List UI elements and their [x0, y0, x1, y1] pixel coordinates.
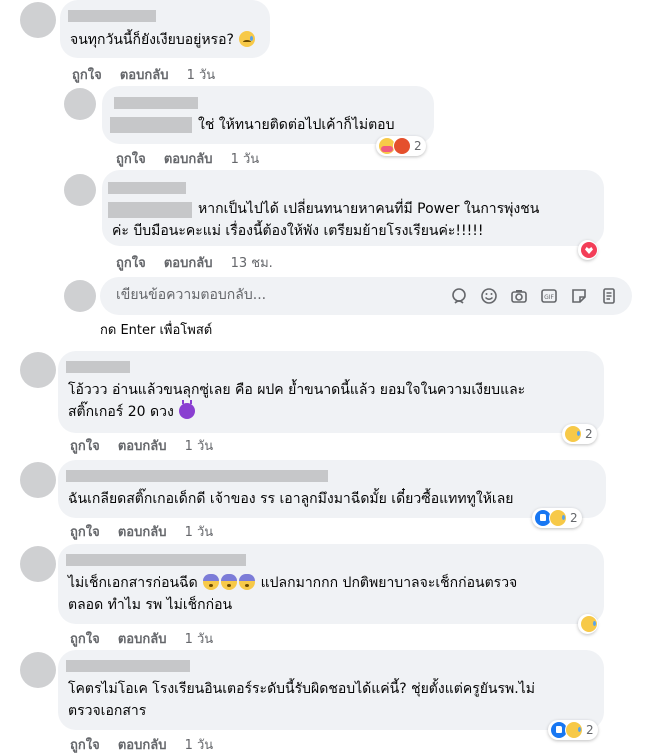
- reaction-summary[interactable]: 2: [376, 136, 426, 156]
- avatar-sticker-icon[interactable]: [450, 287, 468, 305]
- comment-time[interactable]: 13 ชม.: [231, 256, 273, 271]
- mention-redacted[interactable]: [110, 117, 192, 133]
- commenter-avatar[interactable]: [64, 174, 96, 206]
- more-icon[interactable]: [600, 287, 618, 305]
- reply-input[interactable]: [114, 286, 418, 304]
- comment-time[interactable]: 1 วัน: [185, 439, 214, 454]
- reaction-count: 2: [585, 427, 593, 441]
- comment-bubble: ไม่เช็กเอกสารก่อนฉีด แปลกมากกก ปกติพยาบา…: [58, 544, 604, 624]
- comment-time[interactable]: 1 วัน: [185, 632, 214, 647]
- comment-time[interactable]: 1 วัน: [231, 152, 260, 167]
- comment-bubble: จนทุกวันนี้ก็ยังเงียบอยู่หรอ?: [60, 0, 270, 58]
- comment-bubble: ฉันเกลียดสติ๊กเกอเด็กดี เจ้าของ รร เอาลู…: [58, 460, 606, 518]
- gif-icon[interactable]: GIF: [540, 287, 558, 305]
- reaction-count: 2: [586, 723, 594, 737]
- comment-time[interactable]: 1 วัน: [185, 525, 214, 540]
- comment-text-line: ไม่เช็กเอกสารก่อนฉีด แปลกมากกก ปกติพยาบา…: [68, 574, 518, 591]
- reply-button[interactable]: ตอบกลับ: [164, 152, 213, 167]
- comment-actions: ถูกใจ ตอบกลับ 1 วัน: [70, 628, 227, 649]
- emoji-icon[interactable]: [480, 287, 498, 305]
- comment-text-line: ค่ะ บีบมือนะคะแม่ เรื่องนี้ต้องให้พัง เต…: [112, 223, 484, 239]
- commenter-avatar[interactable]: [20, 652, 56, 688]
- comment-time[interactable]: 1 วัน: [185, 738, 214, 753]
- reply-button[interactable]: ตอบกลับ: [118, 738, 167, 753]
- reaction-count: 2: [414, 139, 422, 153]
- camera-icon[interactable]: [510, 287, 528, 305]
- fearful-emoji-icon: [221, 574, 238, 590]
- reaction-summary[interactable]: [578, 240, 598, 260]
- like-button[interactable]: ถูกใจ: [72, 68, 102, 83]
- comment-text: จนทุกวันนี้ก็ยังเงียบอยู่หรอ?: [70, 29, 256, 51]
- comment-actions: ถูกใจ ตอบกลับ 1 วัน: [116, 148, 273, 169]
- reaction-summary[interactable]: 2: [532, 508, 582, 528]
- comment-time[interactable]: 1 วัน: [187, 68, 216, 83]
- like-button[interactable]: ถูกใจ: [116, 256, 146, 271]
- commenter-avatar[interactable]: [20, 352, 56, 388]
- reply-button[interactable]: ตอบกลับ: [118, 632, 167, 647]
- reply-button[interactable]: ตอบกลับ: [120, 68, 169, 83]
- svg-text:GIF: GIF: [544, 294, 554, 301]
- comment-text-line: สติ๊กเกอร์ 20 ดวง: [68, 400, 196, 423]
- reply-input-box[interactable]: GIF: [100, 277, 632, 315]
- sticker-icon[interactable]: [570, 287, 588, 305]
- comment-text-line: ตรวจเอกสาร: [68, 703, 147, 719]
- reply-button[interactable]: ตอบกลับ: [118, 439, 167, 454]
- sad-reaction-icon: [565, 721, 583, 739]
- reaction-summary[interactable]: [578, 614, 598, 634]
- like-button[interactable]: ถูกใจ: [116, 152, 146, 167]
- reply-button[interactable]: ตอบกลับ: [164, 256, 213, 271]
- commenter-name-redacted[interactable]: [66, 470, 328, 482]
- commenter-avatar[interactable]: [20, 462, 56, 498]
- comment-text-line: ฉันเกลียดสติ๊กเกอเด็กดี เจ้าของ รร เอาลู…: [68, 491, 514, 507]
- like-button[interactable]: ถูกใจ: [70, 439, 100, 454]
- like-button[interactable]: ถูกใจ: [70, 738, 100, 753]
- comment-actions: ถูกใจ ตอบกลับ 1 วัน: [70, 521, 227, 542]
- comment-bubble: โคตรไม่โอเค โรงเรียนอินเตอร์ระดับนี้รับผ…: [58, 650, 604, 730]
- commenter-avatar[interactable]: [64, 88, 96, 120]
- reaction-summary[interactable]: 2: [548, 720, 598, 740]
- commenter-avatar[interactable]: [20, 2, 56, 38]
- comment-bubble: โอ้ววว อ่านแล้วขนลุกซู่เลย คือ ผปค ย้ำขน…: [58, 351, 604, 433]
- like-button[interactable]: ถูกใจ: [70, 525, 100, 540]
- commenter-avatar[interactable]: [20, 546, 56, 582]
- devil-emoji-icon: [179, 400, 196, 419]
- fearful-emoji-icon: [203, 574, 220, 590]
- commenter-name-redacted[interactable]: [108, 182, 186, 194]
- comment-actions: ถูกใจ ตอบกลับ 13 ชม.: [116, 252, 287, 273]
- comment-text: ใช่ ให้ทนายติดต่อไปเค้าก็ไม่ตอบ: [198, 117, 395, 133]
- commenter-name-redacted[interactable]: [68, 10, 156, 22]
- sad-reaction-icon: [580, 615, 598, 633]
- commenter-name-redacted[interactable]: [114, 97, 198, 109]
- reaction-summary[interactable]: 2: [562, 424, 597, 444]
- reaction-count: 2: [570, 511, 578, 525]
- fearful-emoji-icon: [239, 574, 256, 590]
- reply-button[interactable]: ตอบกลับ: [118, 525, 167, 540]
- sad-reaction-icon: [549, 509, 567, 527]
- love-reaction-icon: [580, 241, 598, 259]
- like-button[interactable]: ถูกใจ: [70, 632, 100, 647]
- commenter-name-redacted[interactable]: [66, 554, 246, 566]
- comment-bubble: หากเป็นไปได้ เปลี่ยนทนายหาคนที่มี Power …: [102, 170, 604, 246]
- commenter-name-redacted[interactable]: [66, 361, 130, 373]
- commenter-name-redacted[interactable]: [66, 660, 190, 672]
- comment-actions: ถูกใจ ตอบกลับ 1 วัน: [70, 734, 227, 755]
- comment-actions: ถูกใจ ตอบกลับ 1 วัน: [72, 64, 229, 85]
- sad-reaction-icon: [564, 425, 582, 443]
- comment-actions: ถูกใจ ตอบกลับ 1 วัน: [70, 435, 227, 456]
- current-user-avatar[interactable]: [64, 280, 96, 312]
- sad-emoji-icon: [239, 31, 256, 47]
- mention-redacted[interactable]: [108, 202, 192, 218]
- comment-text-line: ตลอด ทำไม รพ ไม่เช็กก่อน: [68, 597, 233, 613]
- comment-text-line: หากเป็นไปได้ เปลี่ยนทนายหาคนที่มี Power …: [198, 201, 540, 217]
- comment-text-line: โคตรไม่โอเค โรงเรียนอินเตอร์ระดับนี้รับผ…: [68, 681, 535, 697]
- comment-text-line: โอ้ววว อ่านแล้วขนลุกซู่เลย คือ ผปค ย้ำขน…: [68, 382, 526, 398]
- angry-reaction-icon: [393, 137, 411, 155]
- press-enter-hint: กด Enter เพื่อโพสต์: [100, 323, 213, 338]
